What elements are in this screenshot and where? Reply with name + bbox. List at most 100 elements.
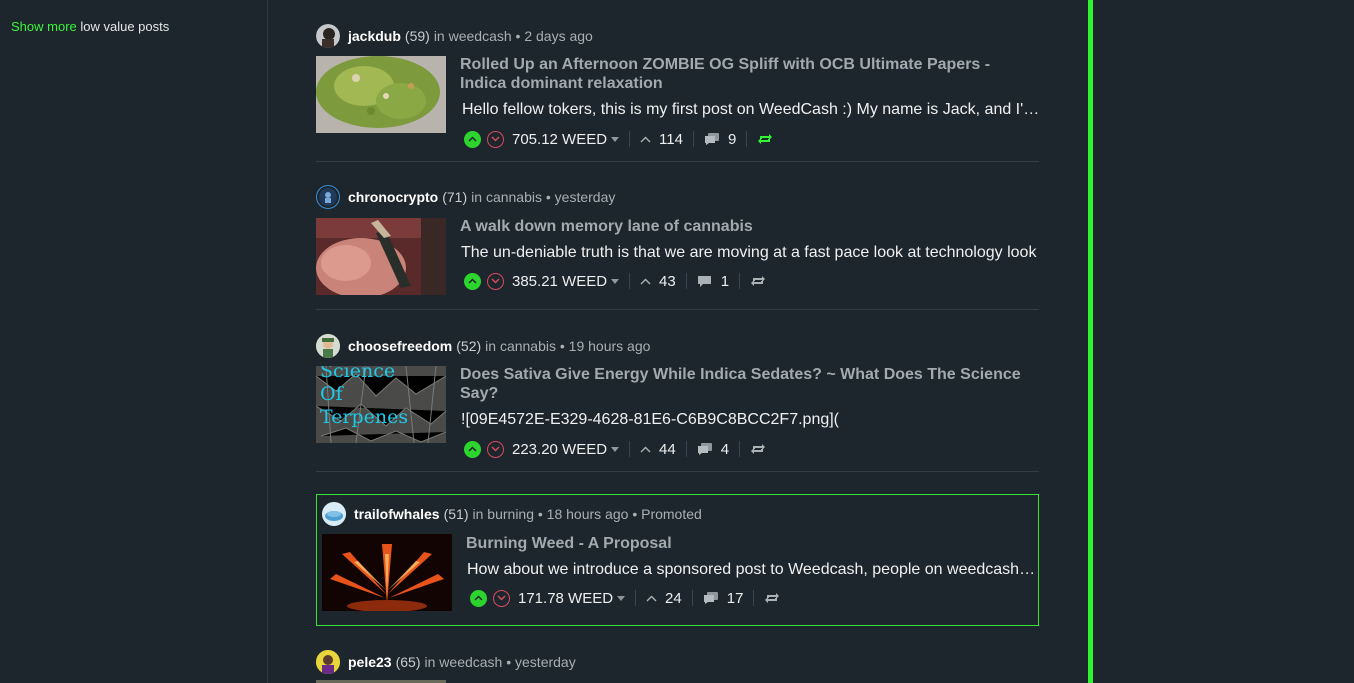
divider [691,590,693,606]
chevron-down-icon [497,595,506,601]
post-thumbnail[interactable]: Science Of Terpenes [316,366,446,443]
divider [685,273,687,289]
chevron-up-icon [468,446,477,452]
author-reputation: (51) [443,506,469,522]
chevron-up-icon [640,136,651,142]
community-link[interactable]: weedcash [449,28,512,44]
post-time: • 18 hours ago [537,506,629,522]
show-more-low-value: Show more low value posts [11,19,169,34]
community-link[interactable]: cannabis [500,338,556,354]
author-name[interactable]: trailofwhales [354,506,440,522]
post-excerpt[interactable]: Hello fellow tokers, this is my first po… [462,100,1040,120]
caret-down-icon [611,446,620,452]
community-link[interactable]: burning [487,506,534,522]
burning-leaf-image [322,534,452,611]
post-meta: trailofwhales (51) in burning • 18 hours… [322,501,702,527]
post-meta: pele23 (65) in weedcash • yesterday [316,649,576,675]
post-title[interactable]: Burning Weed - A Proposal [466,534,1036,553]
downvote-button[interactable] [487,272,504,290]
author-name[interactable]: jackdub [348,28,401,44]
author-name[interactable]: pele23 [348,654,392,670]
votes-value: 44 [659,440,676,458]
downvote-button[interactable] [493,589,510,607]
post-meta: choosefreedom (52) in cannabis • 19 hour… [316,333,650,359]
reblog-button[interactable] [764,592,780,604]
divider [739,273,741,289]
votes-value: 24 [665,589,682,607]
payout-dropdown[interactable]: 171.78 WEED [518,589,626,607]
thumbnail-caption: Science Of Terpenes [320,366,409,428]
community-link[interactable]: weedcash [439,654,502,670]
payout-value: 223.20 WEED [512,440,608,458]
comments-count[interactable]: 4 [697,441,729,458]
divider [629,273,631,289]
votes-count[interactable]: 24 [646,590,682,607]
post-item: pele23 (65) in weedcash • yesterday [316,640,1039,683]
post-actions: 385.21 WEED 43 1 [464,269,766,293]
in-label: in [424,654,436,670]
post-thumbnail[interactable] [316,56,446,133]
votes-count[interactable]: 114 [640,131,683,148]
chevron-up-icon [640,278,651,284]
chevron-up-icon [474,595,483,601]
downvote-button[interactable] [487,130,504,148]
right-accent-bar [1088,0,1093,683]
post-time: • 2 days ago [515,28,593,44]
author-name[interactable]: choosefreedom [348,338,452,354]
caret-down-icon [611,278,620,284]
post-excerpt[interactable]: The un-deniable truth is that we are mov… [461,243,1039,263]
chevron-down-icon [491,136,500,142]
author-reputation: (52) [456,338,482,354]
comments-icon [703,592,718,604]
avatar[interactable] [316,650,340,674]
post-thumbnail[interactable] [316,218,446,295]
upvote-button[interactable] [470,589,487,607]
post-title[interactable]: Does Sativa Give Energy While Indica Sed… [460,365,1030,403]
payout-value: 705.12 WEED [512,130,608,148]
post-thumbnail[interactable] [322,534,452,611]
divider [629,441,631,457]
votes-count[interactable]: 44 [640,441,676,458]
reblog-button[interactable] [750,443,766,455]
payout-value: 171.78 WEED [518,589,614,607]
cannabis-bud-image [316,56,446,133]
avatar[interactable] [316,334,340,358]
post-actions: 705.12 WEED 114 9 [464,127,773,151]
votes-count[interactable]: 43 [640,273,676,290]
payout-dropdown[interactable]: 705.12 WEED [512,130,620,148]
avatar[interactable] [322,502,346,526]
upvote-button[interactable] [464,440,481,458]
reblog-button[interactable] [750,275,766,287]
post-title[interactable]: A walk down memory lane of cannabis [460,217,1030,236]
upvote-button[interactable] [464,272,481,290]
post-actions: 171.78 WEED 24 17 [470,586,780,610]
payout-dropdown[interactable]: 385.21 WEED [512,273,620,290]
avatar[interactable] [316,24,340,48]
community-link[interactable]: cannabis [486,189,542,205]
comments-count[interactable]: 1 [697,273,729,290]
comments-count[interactable]: 17 [703,589,744,607]
post-excerpt[interactable]: How about we introduce a sponsored post … [467,560,1037,580]
post-title[interactable]: Rolled Up an Afternoon ZOMBIE OG Spliff … [460,55,1030,93]
author-reputation: (59) [404,28,430,44]
comment-icon [697,276,711,287]
chevron-up-icon [468,136,477,142]
reblog-button[interactable] [757,133,773,145]
author-name[interactable]: chronocrypto [348,189,438,205]
author-reputation: (65) [395,654,421,670]
comments-count[interactable]: 9 [704,131,736,148]
payout-dropdown[interactable]: 223.20 WEED [512,440,620,458]
show-more-link[interactable]: Show more [11,19,77,34]
comments-value: 17 [726,589,744,607]
comments-value: 1 [720,272,730,290]
avatar[interactable] [316,185,340,209]
post-item: choosefreedom (52) in cannabis • 19 hour… [316,310,1039,472]
downvote-button[interactable] [487,440,504,458]
reblog-icon [758,134,773,144]
upvote-button[interactable] [464,130,481,148]
author-reputation: (71) [442,189,468,205]
hand-joint-image [316,218,446,295]
promoted-post-item: trailofwhales (51) in burning • 18 hours… [316,494,1039,626]
post-excerpt[interactable]: ![09E4572E-E329-4628-81E6-C6B9C8BCC2F7.p… [461,410,1039,430]
post-time: • 19 hours ago [559,338,651,354]
